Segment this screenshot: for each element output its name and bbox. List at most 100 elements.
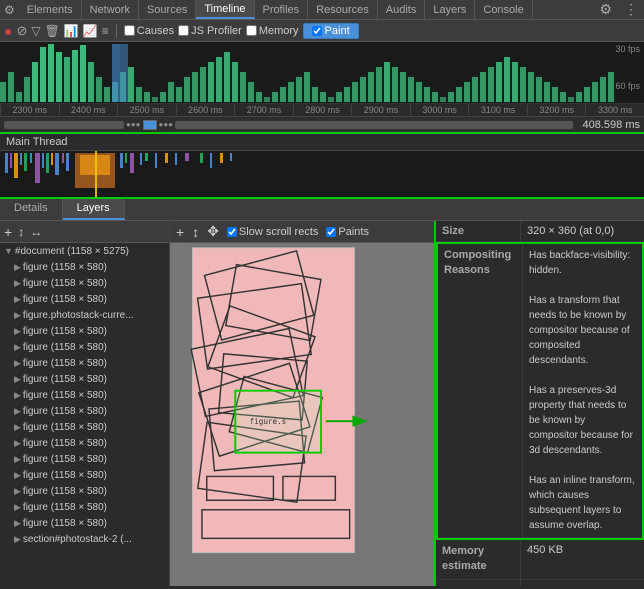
causes-checkbox[interactable]: [124, 25, 135, 36]
compositing-reasons-key: CompositingReasons: [438, 244, 523, 537]
tree-item-section[interactable]: ▶ section#photostack-2 (...: [0, 531, 169, 547]
tree-item-figure-13[interactable]: ▶ figure (1158 × 580): [0, 451, 169, 467]
devtools-icon: ⚙: [0, 3, 19, 17]
nav-tab-profiles[interactable]: Profiles: [255, 0, 309, 19]
nav-tab-sources[interactable]: Sources: [139, 0, 196, 19]
tree-item-figure-3[interactable]: ▶ figure (1158 × 580): [0, 291, 169, 307]
slow-scroll-value: [521, 580, 644, 586]
time-mark-3300: 3300 ms: [585, 105, 644, 115]
tree-item-figure-17[interactable]: ▶ figure (1158 × 580): [0, 515, 169, 531]
tree-item-figure-16[interactable]: ▶ figure (1158 × 580): [0, 499, 169, 515]
causes-checkbox-label[interactable]: Causes: [124, 25, 174, 37]
canvas-toolbar: + ↕ ✥ Slow scroll rects Paints: [170, 221, 434, 243]
info-panel: Size 320 × 360 (at 0,0) CompositingReaso…: [434, 221, 644, 586]
tree-item-figure-11[interactable]: ▶ figure (1158 × 580): [0, 419, 169, 435]
move-icon[interactable]: ↕: [18, 225, 24, 239]
main-content: + ↕ ↔ ▼ #document (1158 × 5275) ▶ figure…: [0, 221, 644, 586]
delete-icon[interactable]: 🗑: [45, 24, 60, 38]
memory-value: 450 KB: [521, 540, 644, 579]
menu-icon[interactable]: ≡: [102, 24, 109, 38]
nav-tab-timeline[interactable]: Timeline: [196, 0, 254, 19]
stop-icon[interactable]: ⊘: [16, 23, 27, 39]
slow-scroll-checkbox-label[interactable]: Slow scroll rects: [227, 226, 318, 238]
tl-seg-left: [4, 121, 124, 129]
canvas-content[interactable]: figure.s: [170, 243, 434, 586]
memory-checkbox-label[interactable]: Memory: [246, 25, 299, 37]
time-mark-2400: 2400 ms: [59, 105, 118, 115]
slow-scroll-key: Slow scrollregions: [436, 580, 521, 586]
tree-item-figure-1[interactable]: ▶ figure (1158 × 580): [0, 259, 169, 275]
time-ruler: 2300 ms 2400 ms 2500 ms 2600 ms 2700 ms …: [0, 104, 644, 117]
js-profiler-checkbox[interactable]: [178, 25, 189, 36]
tree-item-figure-8[interactable]: ▶ figure (1158 × 580): [0, 371, 169, 387]
tree-item-figure-6[interactable]: ▶ figure (1158 × 580): [0, 339, 169, 355]
tab-details[interactable]: Details: [0, 199, 63, 220]
slow-scroll-row: Slow scrollregions: [436, 580, 644, 586]
settings-icon[interactable]: ⚙: [593, 1, 618, 18]
paints-label: Paints: [338, 226, 369, 238]
tree-item-figure-5[interactable]: ▶ figure (1158 × 580): [0, 323, 169, 339]
tree-item-figure-14[interactable]: ▶ figure (1158 × 580): [0, 467, 169, 483]
paint-button[interactable]: Paint: [303, 23, 359, 39]
timeline-duration: 408.598 ms: [583, 119, 640, 131]
time-mark-3200: 3200 ms: [527, 105, 586, 115]
add-layer-icon[interactable]: +: [4, 224, 12, 240]
slow-scroll-label: Slow scroll rects: [239, 226, 318, 238]
time-mark-2300: 2300 ms: [0, 105, 59, 115]
paints-checkbox-label[interactable]: Paints: [326, 226, 369, 238]
timeline-icon[interactable]: 📈: [83, 24, 98, 38]
size-value: 320 × 360 (at 0,0): [521, 221, 644, 241]
nav-tab-audits[interactable]: Audits: [378, 0, 426, 19]
js-profiler-checkbox-label[interactable]: JS Profiler: [178, 25, 242, 37]
tree-item-figure-10[interactable]: ▶ figure (1158 × 580): [0, 403, 169, 419]
paints-checkbox[interactable]: [326, 227, 336, 237]
timeline-selection-bar[interactable]: ●●● ●●● 408.598 ms: [0, 117, 644, 134]
tree-item-figure-9[interactable]: ▶ figure (1158 × 580): [0, 387, 169, 403]
top-nav-bar: ⚙ Elements Network Sources Timeline Prof…: [0, 0, 644, 20]
tree-item-document[interactable]: ▼ #document (1158 × 5275): [0, 243, 169, 259]
canvas-move-icon[interactable]: ↕: [192, 224, 199, 240]
nav-tab-console[interactable]: Console: [475, 0, 532, 19]
nav-tab-elements[interactable]: Elements: [19, 0, 82, 19]
tl-seg-right: [175, 121, 573, 129]
nav-tab-resources[interactable]: Resources: [308, 0, 378, 19]
nav-tab-layers[interactable]: Layers: [425, 0, 475, 19]
tree-item-figure-7[interactable]: ▶ figure (1158 × 580): [0, 355, 169, 371]
nav-tab-network[interactable]: Network: [82, 0, 139, 19]
tabs-row: Details Layers: [0, 199, 644, 221]
zoom-icon[interactable]: ↔: [30, 225, 42, 239]
size-row: Size 320 × 360 (at 0,0): [436, 221, 644, 242]
timeline-toolbar: ● ⊘ ▽ 🗑 📊 📈 ≡ Causes JS Profiler Memory …: [0, 20, 644, 42]
more-icon[interactable]: ⋮: [618, 1, 644, 18]
paint-checkbox[interactable]: [312, 26, 322, 36]
layers-canvas-panel[interactable]: + ↕ ✥ Slow scroll rects Paints: [170, 221, 434, 586]
tab-layers[interactable]: Layers: [63, 199, 125, 220]
layer-tree-panel: + ↕ ↔ ▼ #document (1158 × 5275) ▶ figure…: [0, 221, 170, 586]
tree-item-figure-2[interactable]: ▶ figure (1158 × 580): [0, 275, 169, 291]
compositing-section: CompositingReasons Has backface-visibili…: [436, 242, 644, 540]
tree-item-figure-12[interactable]: ▶ figure (1158 × 580): [0, 435, 169, 451]
time-mark-2600: 2600 ms: [176, 105, 235, 115]
layers-sub-toolbar: + ↕ ↔: [0, 221, 169, 243]
canvas-pan-icon[interactable]: ✥: [207, 223, 219, 240]
tree-item-figure-photostack[interactable]: ▶ figure.photostack-curre...: [0, 307, 169, 323]
record-icon[interactable]: ●: [4, 23, 12, 39]
main-thread-label: Main Thread: [0, 134, 644, 151]
memory-checkbox[interactable]: [246, 25, 257, 36]
time-mark-3100: 3100 ms: [468, 105, 527, 115]
toolbar-sep: [116, 24, 117, 38]
tl-seg-dots: ●●● ●●●: [126, 120, 173, 130]
tree-item-figure-15[interactable]: ▶ figure (1158 × 580): [0, 483, 169, 499]
time-mark-2700: 2700 ms: [234, 105, 293, 115]
time-mark-3000: 3000 ms: [410, 105, 469, 115]
time-mark-2800: 2800 ms: [293, 105, 352, 115]
memory-key: Memoryestimate: [436, 540, 521, 579]
thread-chart[interactable]: [0, 151, 644, 199]
compositing-reasons-value: Has backface-visibility: hidden. Has a t…: [523, 244, 642, 537]
fps-chart: 30 fps 60 fps: [0, 42, 644, 104]
bar-chart-icon[interactable]: 📊: [64, 24, 79, 38]
canvas-add-icon[interactable]: +: [176, 224, 184, 240]
layer-tree: ▼ #document (1158 × 5275) ▶ figure (1158…: [0, 243, 169, 586]
slow-scroll-checkbox[interactable]: [227, 227, 237, 237]
clear-icon[interactable]: ▽: [31, 24, 40, 38]
